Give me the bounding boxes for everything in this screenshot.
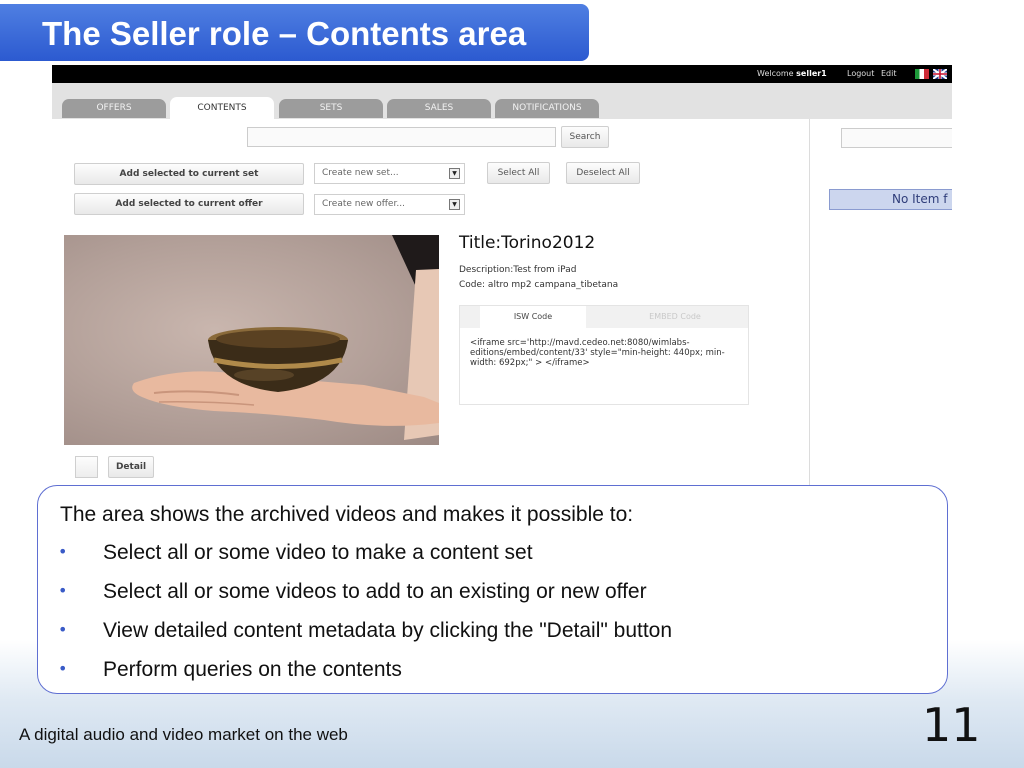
bullet-item: Select all or some video to make a conte… bbox=[103, 541, 533, 564]
add-to-set-button[interactable]: Add selected to current set bbox=[74, 163, 304, 185]
tab-sets[interactable]: SETS bbox=[279, 99, 383, 118]
welcome-text: Welcome seller1 bbox=[757, 69, 827, 78]
slide-footer: A digital audio and video market on the … bbox=[19, 725, 348, 744]
select-checkbox[interactable] bbox=[75, 456, 98, 478]
embed-code-text[interactable]: <iframe src='http://mavd.cedeo.net:8080/… bbox=[470, 338, 740, 368]
add-to-offer-button[interactable]: Add selected to current offer bbox=[74, 193, 304, 215]
tab-contents[interactable]: CONTENTS bbox=[170, 97, 274, 119]
tab-isw-code[interactable]: ISW Code bbox=[480, 306, 586, 328]
user-name: seller1 bbox=[796, 69, 827, 78]
italy-flag-icon[interactable] bbox=[915, 69, 929, 79]
set-select-value: Create new set... bbox=[322, 168, 399, 178]
slide-title: The Seller role – Contents area bbox=[42, 15, 527, 52]
code-panel: ISW Code EMBED Code <iframe src='http://… bbox=[459, 305, 749, 405]
tab-offers[interactable]: OFFERS bbox=[62, 99, 166, 118]
slide-title-banner: The Seller role – Contents area bbox=[0, 4, 589, 61]
select-all-button[interactable]: Select All bbox=[487, 162, 550, 184]
no-item-label: No Item f bbox=[829, 189, 952, 210]
offer-select-value: Create new offer... bbox=[322, 199, 405, 209]
welcome-prefix: Welcome bbox=[757, 69, 797, 78]
item-title: Title:Torino2012 bbox=[459, 233, 596, 253]
tab-embed-code[interactable]: EMBED Code bbox=[610, 306, 740, 328]
bullet-item: View detailed content metadata by clicki… bbox=[103, 619, 673, 642]
deselect-all-button[interactable]: Deselect All bbox=[566, 162, 640, 184]
bullet-icon: • bbox=[58, 542, 68, 561]
top-bar: Welcome seller1 Logout Edit bbox=[52, 65, 952, 83]
video-thumbnail[interactable] bbox=[64, 235, 439, 445]
panel-divider bbox=[809, 119, 810, 485]
item-description: Description:Test from iPad bbox=[459, 265, 577, 275]
uk-flag-icon[interactable] bbox=[933, 69, 947, 79]
bullet-icon: • bbox=[58, 659, 68, 678]
search-button[interactable]: Search bbox=[561, 126, 609, 148]
page-number: 11 bbox=[922, 698, 981, 752]
edit-link[interactable]: Edit bbox=[881, 69, 897, 78]
bullet-icon: • bbox=[58, 581, 68, 600]
info-intro: The area shows the archived videos and m… bbox=[60, 503, 634, 526]
logout-link[interactable]: Logout bbox=[847, 69, 874, 78]
bullet-icon: • bbox=[58, 620, 68, 639]
code-tabs: ISW Code EMBED Code bbox=[460, 306, 748, 328]
right-panel-input[interactable] bbox=[841, 128, 952, 148]
bullet-item: Perform queries on the contents bbox=[103, 658, 402, 681]
info-box: The area shows the archived videos and m… bbox=[37, 485, 948, 694]
bullet-item: Select all or some videos to add to an e… bbox=[103, 580, 647, 603]
search-input[interactable] bbox=[247, 127, 556, 147]
dropdown-arrow-icon[interactable]: ▼ bbox=[449, 199, 460, 210]
item-code: Code: altro mp2 campana_tibetana bbox=[459, 280, 619, 290]
tab-notifications[interactable]: NOTIFICATIONS bbox=[495, 99, 599, 118]
app-screenshot: Welcome seller1 Logout Edit OFFERS CONTE… bbox=[52, 65, 952, 485]
offer-select[interactable]: Create new offer... ▼ bbox=[314, 194, 465, 215]
detail-button[interactable]: Detail bbox=[108, 456, 154, 478]
tab-sales[interactable]: SALES bbox=[387, 99, 491, 118]
main-tabs: OFFERS CONTENTS SETS SALES NOTIFICATIONS bbox=[52, 83, 952, 119]
dropdown-arrow-icon[interactable]: ▼ bbox=[449, 168, 460, 179]
set-select[interactable]: Create new set... ▼ bbox=[314, 163, 465, 184]
